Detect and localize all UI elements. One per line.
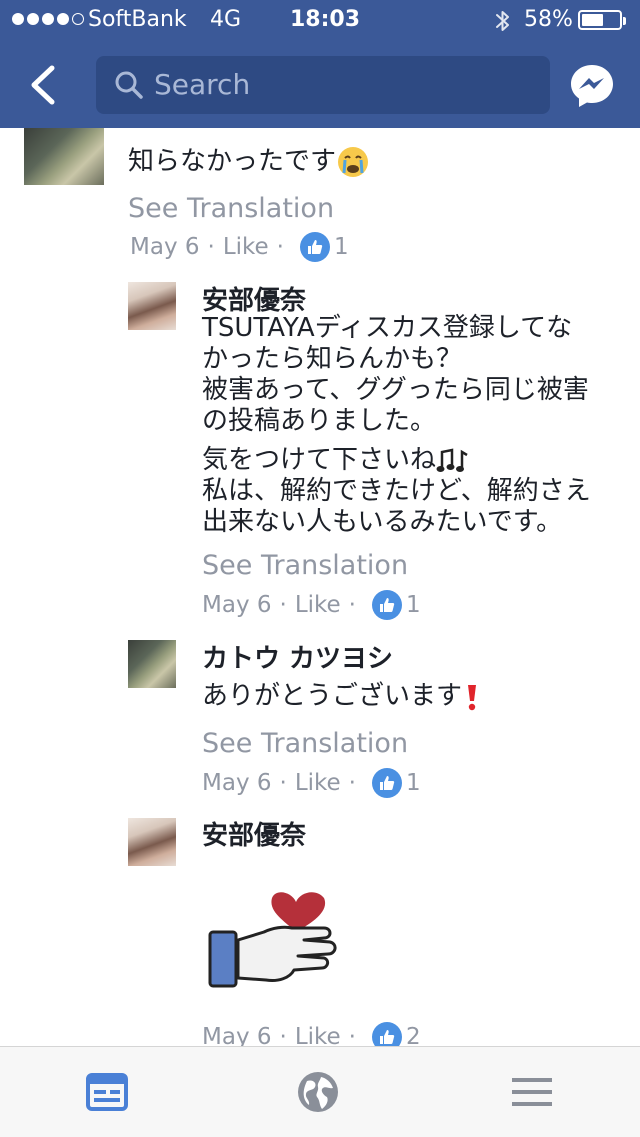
commenter-name[interactable]: カトウ カツヨシ [202,638,393,675]
like-count: 1 [405,770,421,796]
messenger-icon[interactable] [568,62,616,110]
avatar[interactable] [128,282,176,330]
crying-face-icon [338,147,369,177]
comment-line: TSUTAYAディスカス登録してな [202,313,573,343]
see-translation-link[interactable]: See Translation [202,728,408,759]
menu-icon[interactable] [506,1067,556,1117]
comment-text: 知らなかったです [128,145,370,179]
top-bar: SoftBank 4G 18:03 58% Search [0,0,640,128]
search-icon [115,71,143,99]
thumbs-up-icon [371,590,402,620]
separator: · [276,234,284,260]
like-button[interactable]: Like [295,770,341,796]
comment-line: 出来ない人もいるみたいです。 [202,507,563,537]
see-translation-link[interactable]: See Translation [128,193,334,224]
separator: · [207,234,215,260]
comment-meta: May 6 · Like · 1 [130,232,349,262]
separator: · [279,770,287,796]
bluetooth-icon [496,11,509,31]
separator: · [348,592,356,618]
thumbs-up-icon [299,232,330,262]
clock: 18:03 [290,7,361,32]
network-type: 4G [210,7,242,32]
news-feed-icon[interactable] [82,1067,132,1117]
search-input[interactable]: Search [96,56,550,114]
back-chevron-icon[interactable] [24,62,64,108]
globe-icon[interactable] [293,1067,343,1117]
like-button[interactable]: Like [223,234,269,260]
comment-text: 気をつけて下さいね 私は、解約できたけど、解約さえ 出来ない人もいるみたいです。 [202,445,591,538]
status-bar: SoftBank 4G 18:03 58% [0,0,640,42]
exclamation-icon [468,684,477,710]
comment-line: 被害あって、ググったら同じ被害 [202,375,589,405]
avatar[interactable] [128,640,176,688]
like-button[interactable]: Like [295,592,341,618]
comment-line: 気をつけて下さいね [202,445,591,476]
comment-date: May 6 [202,592,272,618]
thumbs-up-icon [371,768,402,798]
comment-text: ありがとうございます [202,681,482,712]
separator: · [279,592,287,618]
comment-line: かったら知らんかも？ [202,344,463,374]
like-count: 1 [333,234,349,260]
avatar[interactable] [24,128,104,185]
comment-text: TSUTAYAディスカス登録してな かったら知らんかも？ 被害あって、ググったら… [202,313,589,437]
separator: · [348,770,356,796]
comment-date: May 6 [130,234,200,260]
comment-meta: May 6 · Like · 1 [202,590,421,620]
musical-notes-icon [436,447,468,472]
signal-strength-icon [12,13,84,25]
carrier-label: SoftBank [88,7,187,32]
commenter-name[interactable]: 安部優奈 [202,815,306,852]
battery-icon [578,10,626,30]
commenter-name[interactable]: 安部優奈 [202,280,306,317]
see-translation-link[interactable]: See Translation [202,550,408,581]
comment-meta: May 6 · Like · 1 [202,768,421,798]
hand-holding-heart-icon [208,892,337,988]
comment-line: 私は、解約できたけど、解約さえ [202,476,591,506]
like-count: 1 [405,592,421,618]
battery-percent: 58% [524,7,573,32]
search-placeholder: Search [154,68,251,101]
bottom-tab-bar [0,1046,640,1137]
avatar[interactable] [128,818,176,866]
comment-date: May 6 [202,770,272,796]
comment-line: の投稿ありました。 [202,406,437,436]
